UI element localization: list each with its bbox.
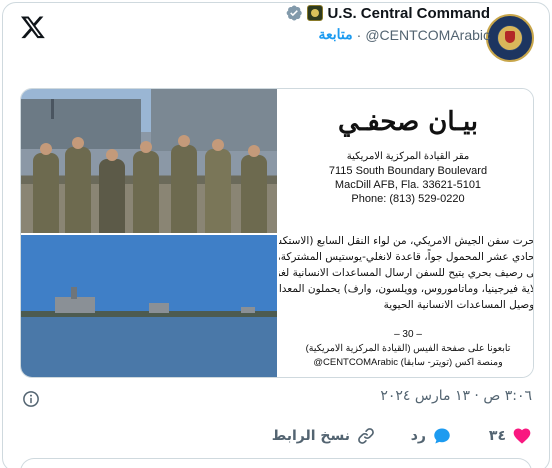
statement-body-line: لتوصيل المساعدات الانسانية الحيوية	[383, 299, 534, 311]
statement-follow-line: ومنصة اكس (تويتر- سابقا) CENTCOMArabic@	[313, 357, 503, 368]
copy-link-button[interactable]: نسخ الرابط	[272, 426, 376, 446]
info-icon[interactable]	[22, 390, 40, 408]
like-button[interactable]: ٣٤	[489, 426, 532, 446]
follow-button[interactable]: متابعة	[319, 26, 353, 43]
statement-phone: Phone: (813) 529-0220	[351, 193, 465, 205]
link-icon	[358, 428, 374, 444]
reply-label: رد	[410, 428, 426, 444]
reply-button[interactable]: رد	[411, 426, 452, 446]
government-badge-icon	[307, 5, 324, 21]
like-count: ٣٤	[488, 428, 506, 444]
author-handle[interactable]: @CENTCOMArabic	[365, 27, 490, 43]
statement-address-line: 7115 South Boundary Boulevard	[328, 165, 488, 177]
author-name[interactable]: U.S. Central Command	[327, 5, 490, 22]
statement-body-line: الحادي عشر المحمول جواً، قاعدة لانغلي-يو…	[277, 251, 534, 263]
separator-dot: ·	[356, 26, 362, 43]
statement-subtitle: مقر القيادة المركزية الامريكية	[346, 151, 470, 162]
statement-end-marker: – 30 –	[394, 329, 422, 340]
tweet-actions: ٣٤ رد نسخ الرابط	[0, 424, 552, 454]
author-name-row[interactable]: U.S. Central Command	[285, 4, 490, 22]
statement-follow-line: تابعونا على صفحة الفيس (القيادة المركزية…	[305, 343, 511, 354]
author-handle-row: متابعة · @CENTCOMArabic	[319, 26, 491, 43]
photo-ships-water[interactable]	[21, 235, 277, 377]
statement-body-line: أبحرت سفن الجيش الامريكي، من لواء النقل …	[279, 235, 534, 247]
photo-soldiers-dock[interactable]	[21, 89, 277, 233]
tweet-media[interactable]: بيـان صحفـي مقر القيادة المركزية الامريك…	[20, 88, 534, 378]
tweet-timestamp[interactable]: ٣:٠٦ ص · ١٣ مارس ٢٠٢٤	[380, 388, 532, 404]
read-replies-bar[interactable]	[20, 458, 532, 468]
avatar[interactable]	[486, 14, 534, 62]
press-statement-image[interactable]: بيـان صحفـي مقر القيادة المركزية الامريك…	[277, 89, 534, 377]
verified-badge-icon	[287, 5, 303, 21]
statement-title: بيـان صحفـي	[337, 107, 479, 137]
reply-bubble-icon	[434, 428, 450, 444]
centcom-seal-icon	[498, 26, 522, 50]
statement-address-line: MacDill AFB, Fla. 33621-5101	[334, 179, 482, 191]
statement-body-line: إلى رصيف بحري يتيح للسفن ارسال المساعدات…	[279, 267, 533, 279]
heart-icon	[513, 428, 531, 444]
x-logo-icon[interactable]	[20, 14, 46, 40]
copy-link-label: نسخ الرابط	[271, 428, 350, 444]
statement-body-line: ولاية فيرجينيا، وماتاموروس، وويلسون، وار…	[277, 283, 534, 295]
